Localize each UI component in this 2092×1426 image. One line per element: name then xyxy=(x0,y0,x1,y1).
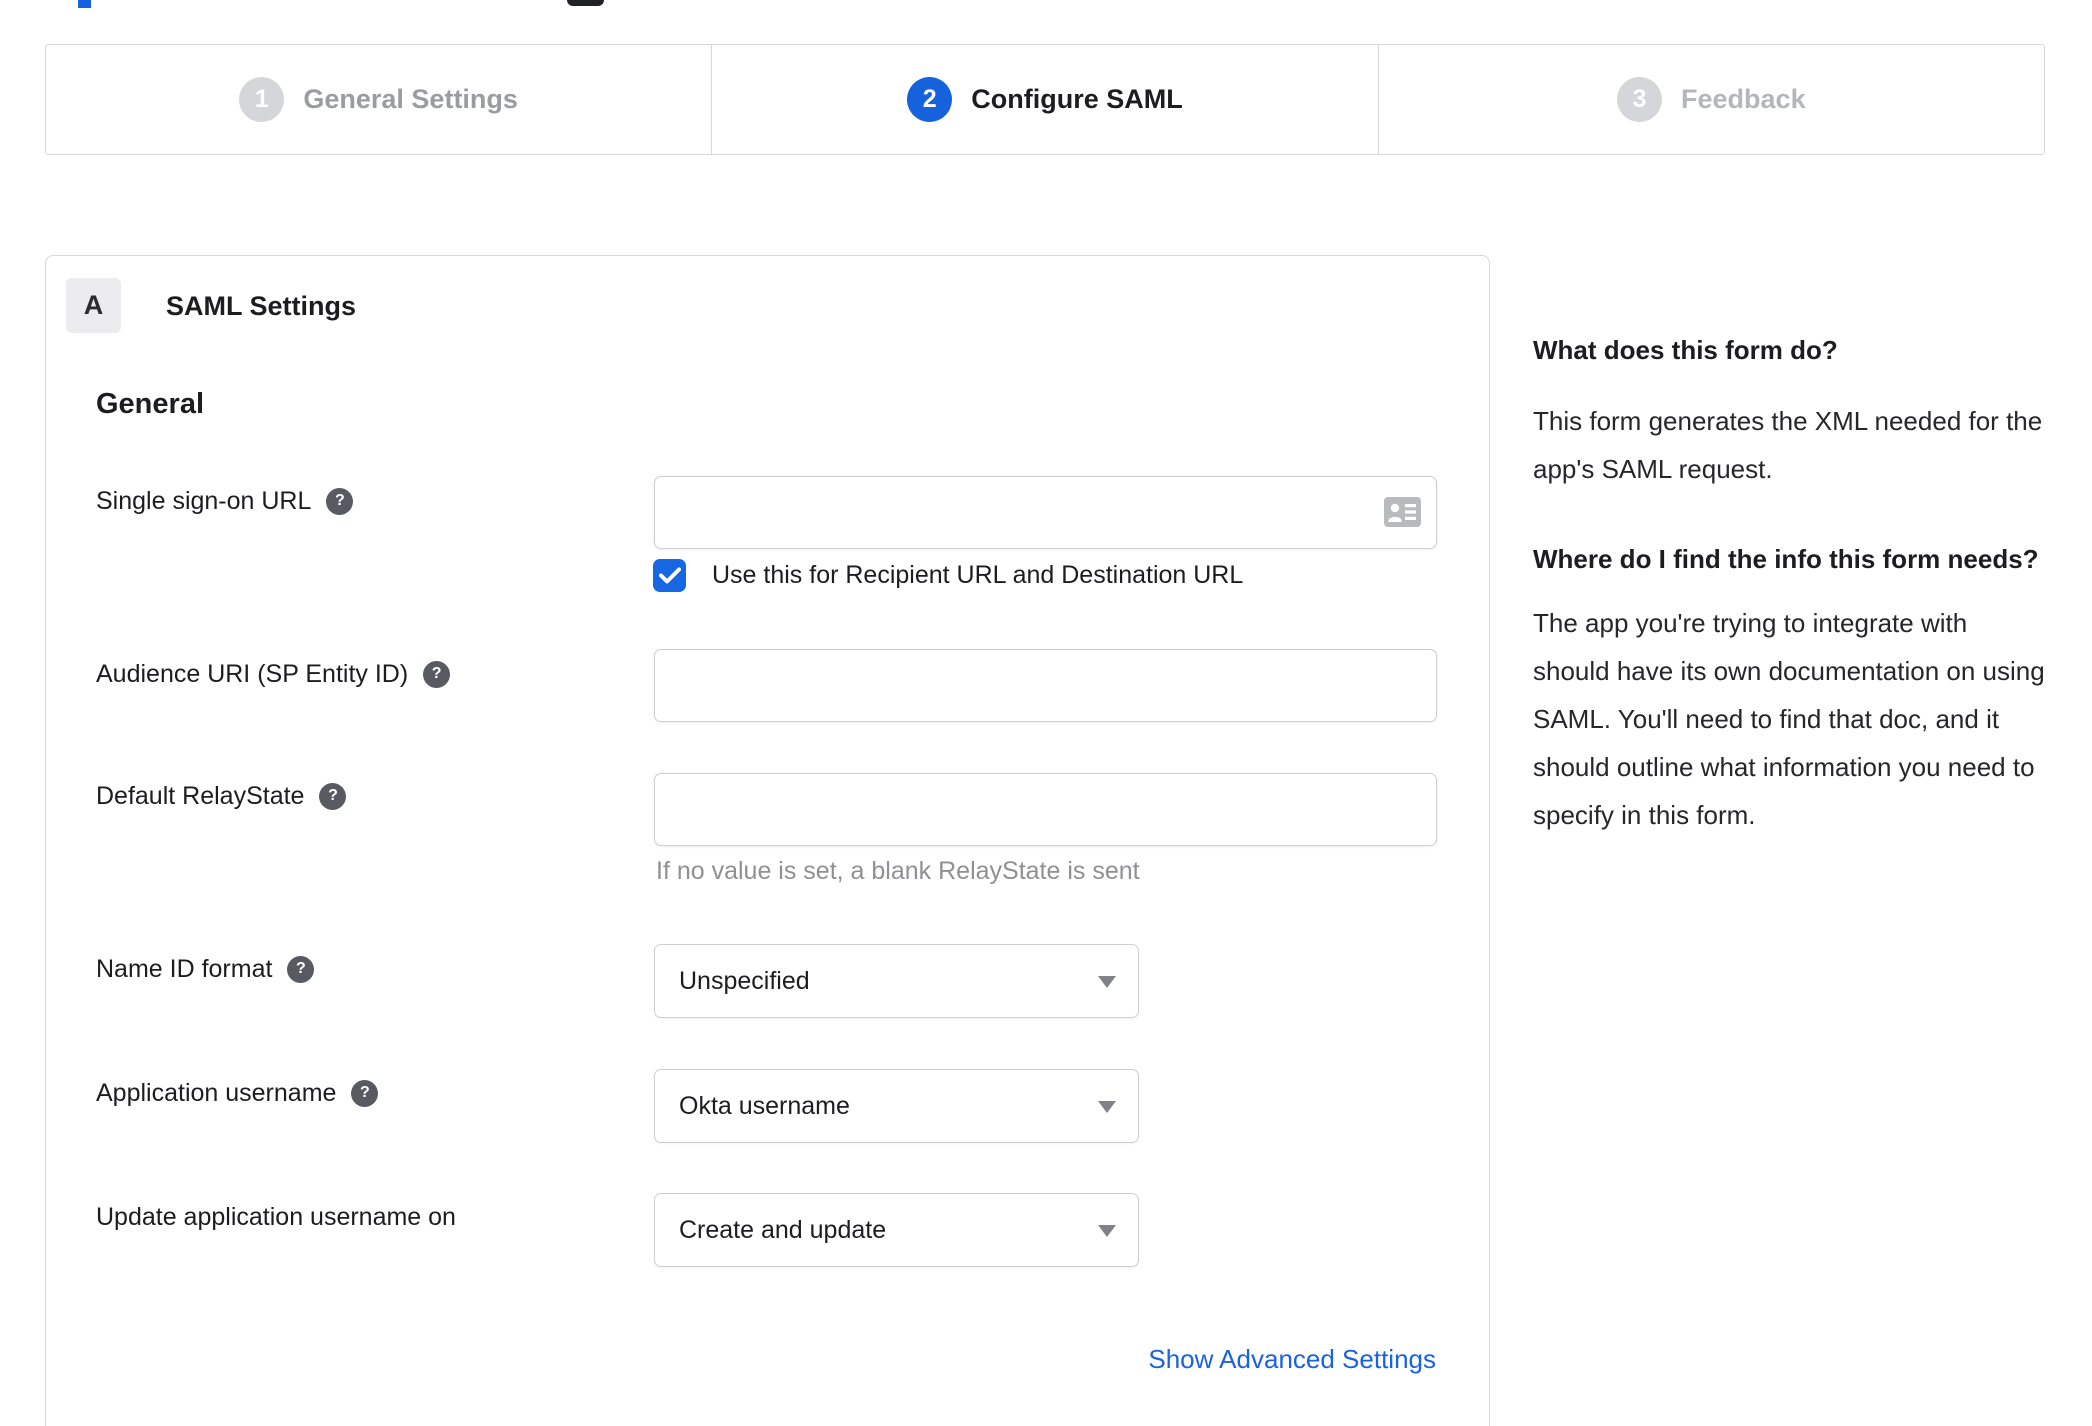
checkmark-icon xyxy=(658,567,681,584)
sidebar-heading-where: Where do I find the info this form needs… xyxy=(1533,544,2039,574)
general-heading: General xyxy=(96,388,204,420)
saml-settings-card: A SAML Settings General Single sign-on U… xyxy=(45,255,1490,1426)
sidebar-body-where: The app you're trying to integrate with … xyxy=(1533,608,2045,830)
application-username-label-row: Application username ? xyxy=(96,1077,379,1109)
chevron-down-icon xyxy=(1098,1101,1116,1113)
contact-card-icon[interactable] xyxy=(1384,497,1421,527)
help-sidebar: What does this form do? This form genera… xyxy=(1533,330,2049,839)
wizard-stepper: 1 General Settings 2 Configure SAML 3 Fe… xyxy=(45,44,2045,155)
audience-uri-input[interactable] xyxy=(654,649,1437,722)
relay-state-label-row: Default RelayState ? xyxy=(96,780,347,812)
step-label: General Settings xyxy=(303,84,518,114)
section-a-badge: A xyxy=(66,278,121,333)
update-username-select[interactable]: Create and update xyxy=(654,1193,1139,1267)
sidebar-heading-what: What does this form do? xyxy=(1533,335,1838,365)
sidebar-section-what: What does this form do? This form genera… xyxy=(1533,330,2049,493)
step-number-badge: 1 xyxy=(239,77,285,122)
show-advanced-settings-link[interactable]: Show Advanced Settings xyxy=(1148,1344,1436,1375)
step-configure-saml[interactable]: 2 Configure SAML xyxy=(711,45,1377,154)
help-icon[interactable]: ? xyxy=(319,782,347,810)
help-icon[interactable]: ? xyxy=(326,487,354,515)
audience-uri-label-row: Audience URI (SP Entity ID) ? xyxy=(96,658,451,690)
clipped-blue-fragment xyxy=(78,0,91,8)
sso-url-input-wrap xyxy=(654,476,1437,549)
recipient-url-checkbox[interactable] xyxy=(653,559,686,592)
relay-state-hint: If no value is set, a blank RelayState i… xyxy=(656,857,1140,885)
step-feedback[interactable]: 3 Feedback xyxy=(1377,45,2044,154)
name-id-format-label: Name ID format xyxy=(96,954,273,983)
chevron-down-icon xyxy=(1098,1225,1116,1237)
chevron-down-icon xyxy=(1098,976,1116,988)
name-id-format-label-row: Name ID format ? xyxy=(96,953,315,985)
step-number-badge: 2 xyxy=(907,77,953,122)
step-general-settings[interactable]: 1 General Settings xyxy=(46,45,711,154)
sidebar-section-where: Where do I find the info this form needs… xyxy=(1533,539,2049,839)
audience-uri-label: Audience URI (SP Entity ID) xyxy=(96,659,409,688)
configure-saml-page: 1 General Settings 2 Configure SAML 3 Fe… xyxy=(0,0,2092,1426)
help-icon[interactable]: ? xyxy=(423,660,451,688)
update-username-label: Update application username on xyxy=(96,1202,456,1231)
clipped-dark-fragment xyxy=(567,0,604,6)
relay-state-label: Default RelayState xyxy=(96,781,305,810)
sidebar-body-what: This form generates the XML needed for t… xyxy=(1533,406,2043,484)
section-title: SAML Settings xyxy=(166,291,357,321)
application-username-value: Okta username xyxy=(679,1091,850,1120)
help-icon[interactable]: ? xyxy=(287,955,315,983)
name-id-format-value: Unspecified xyxy=(679,966,810,995)
relay-state-input[interactable] xyxy=(654,773,1437,846)
step-label: Feedback xyxy=(1681,84,1806,114)
sso-url-label-row: Single sign-on URL ? xyxy=(96,485,354,517)
step-label: Configure SAML xyxy=(971,84,1183,114)
sso-url-label: Single sign-on URL xyxy=(96,486,312,515)
application-username-select[interactable]: Okta username xyxy=(654,1069,1139,1143)
recipient-url-checkbox-label: Use this for Recipient URL and Destinati… xyxy=(712,561,1244,589)
help-icon[interactable]: ? xyxy=(351,1079,379,1107)
sso-url-input[interactable] xyxy=(654,476,1437,549)
name-id-format-select[interactable]: Unspecified xyxy=(654,944,1139,1018)
update-username-label-row: Update application username on xyxy=(96,1201,456,1233)
step-number-badge: 3 xyxy=(1617,77,1663,122)
application-username-label: Application username xyxy=(96,1078,337,1107)
update-username-value: Create and update xyxy=(679,1215,887,1244)
